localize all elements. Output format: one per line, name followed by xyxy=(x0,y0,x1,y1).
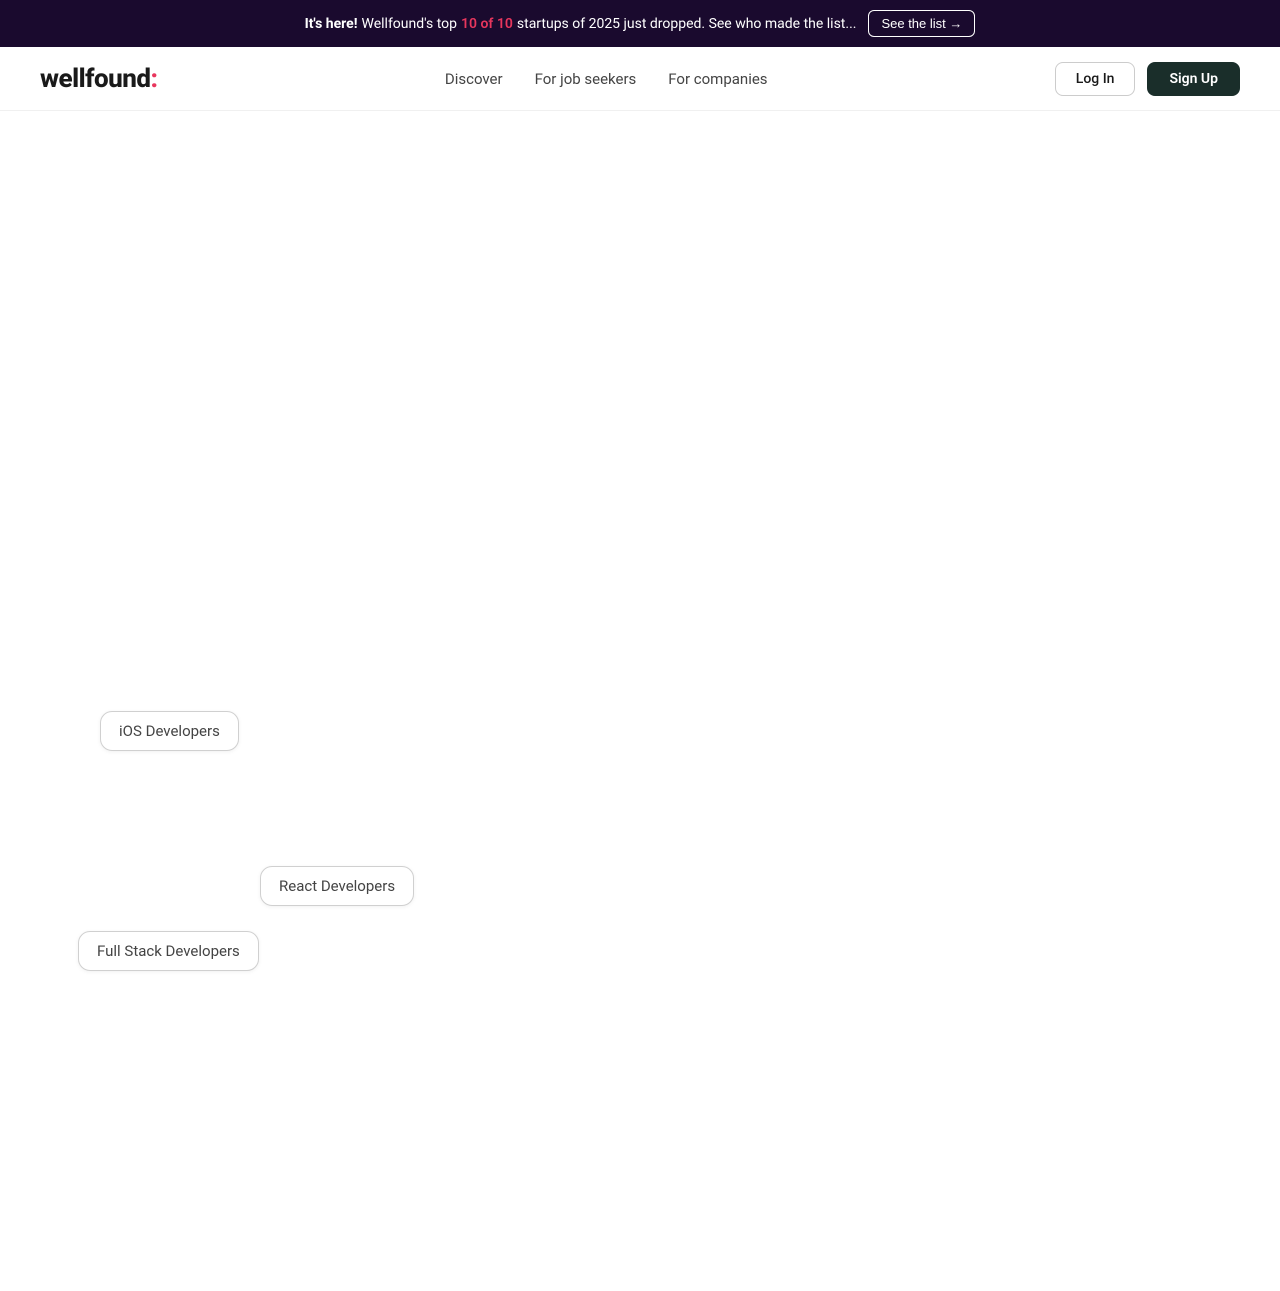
logo-dot: : xyxy=(151,64,158,94)
banner-highlight: 10 of 10 xyxy=(461,16,513,32)
banner-bold: It's here! xyxy=(305,16,358,32)
banner-body: Wellfound's top xyxy=(362,16,458,32)
nav-links: Discover For job seekers For companies xyxy=(445,70,768,88)
nav-companies[interactable]: For companies xyxy=(668,70,767,88)
nav-discover[interactable]: Discover xyxy=(445,70,503,88)
navbar: wellfound: Discover For job seekers For … xyxy=(0,47,1280,111)
see-list-button[interactable]: See the list → xyxy=(868,10,975,37)
tag-react-developers[interactable]: React Developers xyxy=(260,866,414,906)
signup-button[interactable]: Sign Up xyxy=(1147,62,1240,96)
tag-ios-developers[interactable]: iOS Developers xyxy=(100,711,239,751)
tag-fullstack-developers[interactable]: Full Stack Developers xyxy=(78,931,259,971)
nav-actions: Log In Sign Up xyxy=(1055,62,1240,96)
logo[interactable]: wellfound: xyxy=(40,64,158,94)
main-content: iOS Developers React Developers Full Sta… xyxy=(0,111,1280,1291)
nav-job-seekers[interactable]: For job seekers xyxy=(535,70,637,88)
banner-text: It's here! Wellfound's top 10 of 10 star… xyxy=(305,16,857,32)
logo-text: wellfound xyxy=(40,64,151,94)
top-banner: It's here! Wellfound's top 10 of 10 star… xyxy=(0,0,1280,47)
banner-body2: startups of 2025 just dropped. See who m… xyxy=(517,16,857,32)
login-button[interactable]: Log In xyxy=(1055,62,1136,96)
